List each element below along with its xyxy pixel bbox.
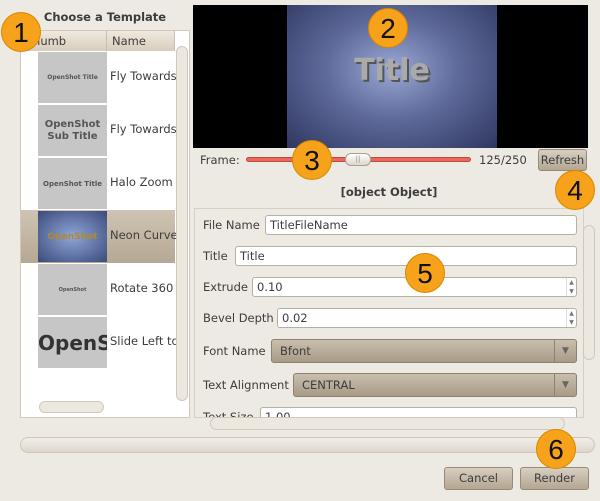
refresh-button[interactable]: Refresh (538, 149, 587, 171)
list-horizontal-scrollbar[interactable] (39, 401, 104, 413)
bevel-value: 0.02 (282, 311, 308, 325)
column-name[interactable]: Name (107, 31, 175, 51)
settings-panel: File Name TitleFileName Title Title Extr… (194, 208, 584, 418)
bevel-label: Bevel Depth (203, 311, 274, 325)
spin-arrows-icon[interactable]: ▲ ▼ (566, 278, 576, 296)
template-list[interactable]: Thumb Name OpenShot Title Fly Towards Ope… (20, 30, 190, 418)
template-heading: Choose a Template (43, 10, 167, 24)
callout-badge-1: 1 (1, 12, 41, 52)
item-name: Slide Left to (110, 334, 179, 348)
dropdown-arrow-icon: ▼ (554, 374, 576, 396)
settings-horizontal-scrollbar[interactable] (210, 417, 565, 430)
list-item[interactable]: OpenShot Title Halo Zoom (21, 157, 175, 210)
item-name: Neon Curve (110, 228, 178, 242)
preview-title-text: Title (354, 53, 430, 88)
callout-badge-5: 5 (405, 253, 445, 293)
text-alignment-combo[interactable]: CENTRAL ▼ (293, 373, 577, 397)
spin-arrows-icon[interactable]: ▲ ▼ (566, 309, 576, 327)
callout-badge-4: 4 (555, 170, 595, 210)
list-vertical-scrollbar[interactable] (176, 46, 188, 401)
list-item[interactable]: OpenShot Title Fly Towards (21, 51, 177, 104)
thumbnail: OpenShot Title (38, 158, 107, 209)
frame-slider-handle[interactable]: || (345, 153, 371, 166)
text-alignment-value: CENTRAL (302, 378, 355, 392)
title-input[interactable]: Title (235, 246, 577, 266)
thumbnail: OpenS (38, 317, 107, 368)
render-button[interactable]: Render (520, 467, 589, 490)
item-name: Rotate 360 (110, 281, 174, 295)
font-name-combo[interactable]: Bfont ▼ (271, 339, 577, 363)
list-item[interactable]: OpenShot Sub Title Fly Towards (21, 104, 177, 157)
item-name: Fly Towards (110, 122, 177, 136)
extrude-value: 0.10 (257, 280, 283, 294)
callout-badge-3: 3 (292, 140, 332, 180)
cancel-button[interactable]: Cancel (444, 467, 513, 490)
title-label: Title (203, 249, 228, 263)
thumbnail: OpenShot (38, 211, 107, 262)
extrude-label: Extrude (203, 280, 248, 294)
list-item-selected[interactable]: OpenShot Neon Curve (21, 210, 178, 263)
file-name-input[interactable]: TitleFileName (265, 215, 577, 235)
thumbnail: OpenShot Title (38, 52, 107, 103)
list-item[interactable]: OpenS Slide Left to (21, 316, 179, 369)
settings-vertical-scrollbar[interactable] (583, 225, 595, 360)
thumbnail: OpenShot Sub Title (38, 105, 107, 156)
thumbnail: OpenShot (38, 264, 107, 315)
item-name: Halo Zoom (110, 175, 173, 189)
callout-badge-6: 6 (536, 429, 576, 469)
settings-heading: [object Object] (340, 185, 438, 199)
dropdown-arrow-icon: ▼ (554, 340, 576, 362)
progress-bar (20, 437, 595, 453)
frame-label: Frame: (200, 153, 240, 167)
item-name: Fly Towards (110, 69, 177, 83)
list-item[interactable]: OpenShot Rotate 360 (21, 263, 175, 316)
frame-value: 125/250 (479, 153, 527, 167)
font-name-value: Bfont (280, 344, 311, 358)
font-name-label: Font Name (203, 344, 266, 358)
file-name-label: File Name (203, 218, 260, 232)
bevel-input[interactable]: 0.02 ▲ ▼ (277, 308, 577, 328)
callout-badge-2: 2 (368, 8, 408, 48)
text-alignment-label: Text Alignment (203, 378, 289, 392)
